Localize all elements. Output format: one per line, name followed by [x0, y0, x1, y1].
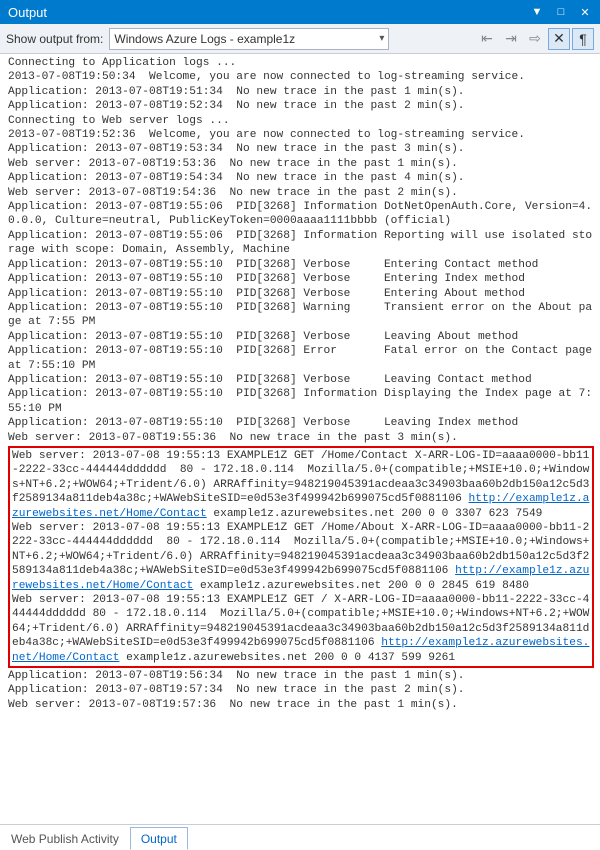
maximize-icon[interactable]: □ — [550, 3, 572, 21]
highlighted-region: Web server: 2013-07-08 19:55:13 EXAMPLE1… — [8, 446, 594, 668]
footer-tabs: Web Publish Activity Output — [0, 824, 600, 850]
goto-icon[interactable]: ⇨ — [524, 28, 546, 50]
indent-left-icon[interactable]: ⇤ — [476, 28, 498, 50]
output-content: Connecting to Application logs ... 2013-… — [0, 54, 600, 824]
indent-right-icon[interactable]: ⇥ — [500, 28, 522, 50]
log-text: example1z.azurewebsites.net 200 0 0 2845… — [193, 580, 529, 592]
tab-web-publish[interactable]: Web Publish Activity — [0, 827, 130, 850]
window-title: Output — [4, 5, 524, 20]
clear-icon[interactable]: ✕ — [548, 28, 570, 50]
log-text: Application: 2013-07-08T19:56:34 No new … — [8, 670, 465, 711]
wordwrap-icon[interactable]: ¶ — [572, 28, 594, 50]
tab-output[interactable]: Output — [130, 827, 188, 850]
log-text: Connecting to Application logs ... 2013-… — [8, 57, 599, 444]
toolbar: Show output from: Windows Azure Logs - e… — [0, 24, 600, 54]
dropdown-value: Windows Azure Logs - example1z — [114, 32, 379, 46]
output-source-dropdown[interactable]: Windows Azure Logs - example1z ▾ — [109, 28, 389, 50]
log-text: example1z.azurewebsites.net 200 0 0 3307… — [207, 508, 543, 520]
log-text: example1z.azurewebsites.net 200 0 0 4137… — [119, 652, 455, 664]
chevron-down-icon: ▾ — [379, 33, 384, 44]
output-source-label: Show output from: — [6, 32, 103, 46]
dropdown-icon[interactable]: ▼ — [526, 3, 548, 21]
close-icon[interactable]: ✕ — [574, 3, 596, 21]
titlebar: Output ▼ □ ✕ — [0, 0, 600, 24]
